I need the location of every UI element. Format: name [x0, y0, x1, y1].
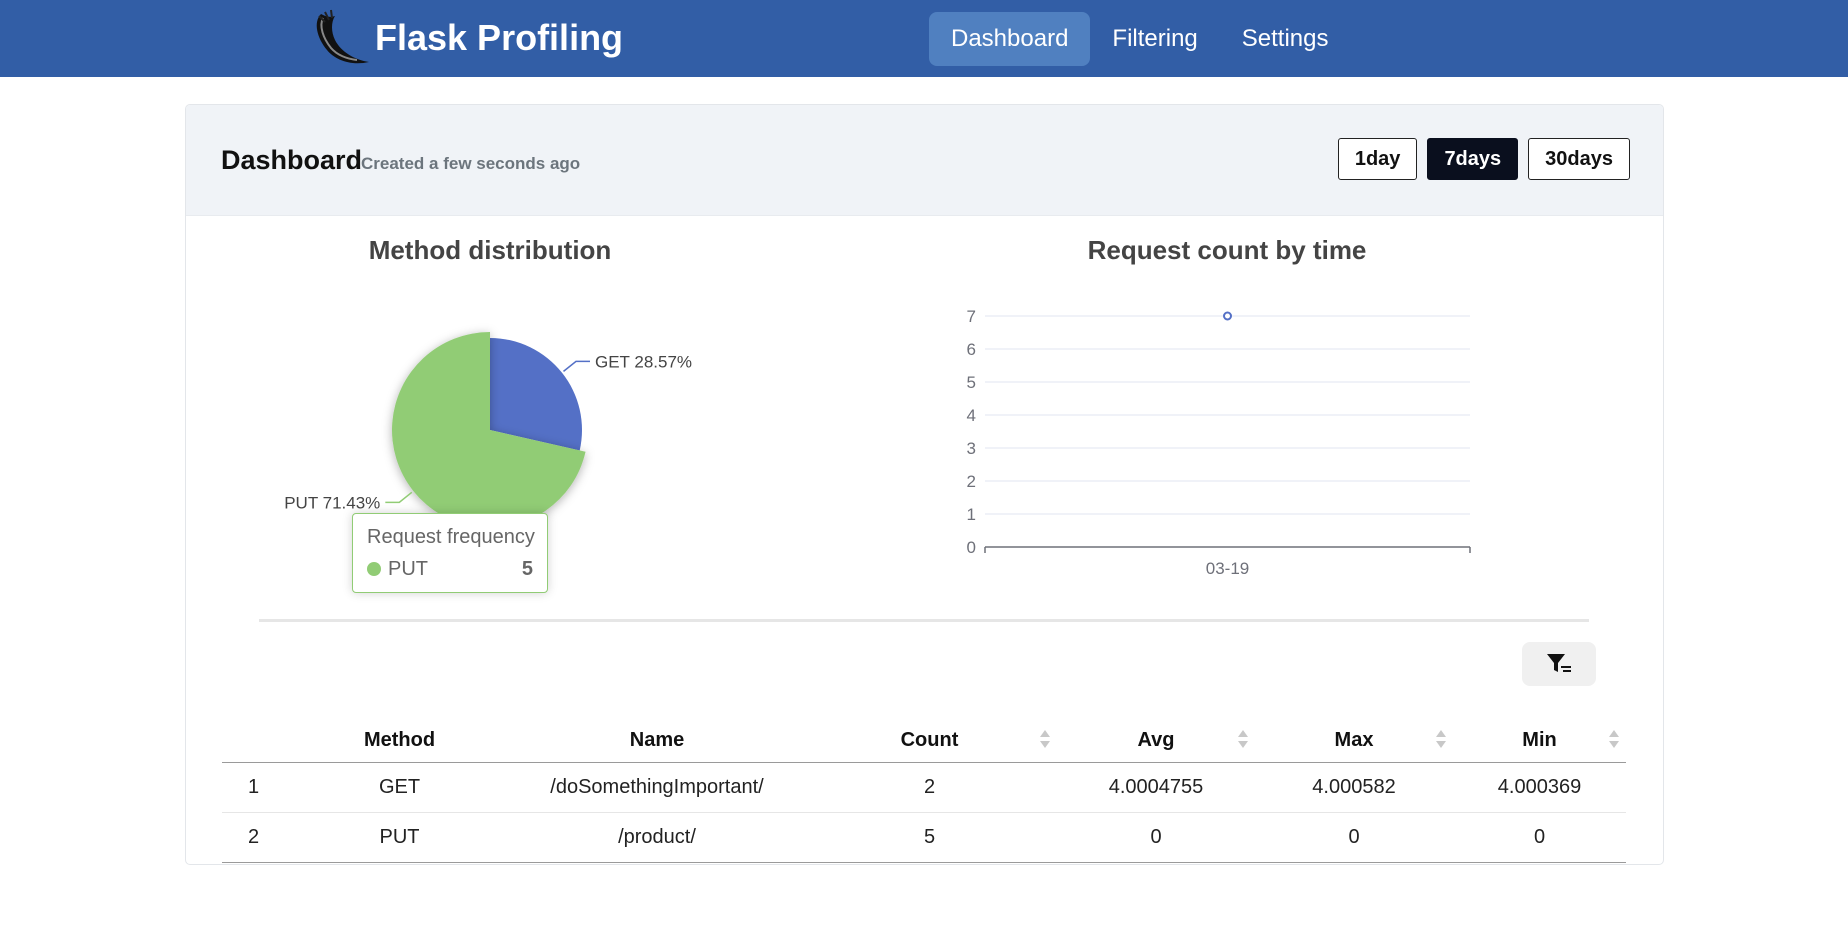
sort-icon[interactable]: [1435, 727, 1447, 751]
tooltip-legend-dot: [367, 562, 381, 576]
row-method: GET: [287, 762, 512, 813]
line-chart-title: Request count by time: [1087, 235, 1367, 265]
nav-item-dashboard[interactable]: Dashboard: [929, 12, 1091, 66]
column-header-name: Name: [512, 718, 802, 763]
pie-label-line: [563, 360, 591, 372]
y-tick-label: 4: [967, 406, 976, 425]
table-header-row: Method Name Count Avg Max Min: [222, 718, 1626, 763]
y-tick-label: 5: [967, 373, 976, 392]
row-max: 4.000582: [1255, 762, 1453, 813]
tooltip-value: 5: [521, 558, 533, 580]
row-avg: 4.0004755: [1057, 762, 1255, 813]
table-row[interactable]: 2 PUT /product/ 5 0 0 0: [222, 812, 1626, 863]
nav-item-settings[interactable]: Settings: [1220, 12, 1351, 66]
tooltip-series-name: PUT: [388, 558, 428, 580]
row-name: /product/: [512, 812, 802, 863]
section-divider: [259, 619, 1589, 622]
column-header-min[interactable]: Min: [1453, 718, 1626, 763]
y-tick-label: 0: [967, 538, 976, 557]
row-max: 0: [1255, 812, 1453, 863]
row-count: 5: [802, 812, 1057, 863]
endpoint-table: Method Name Count Avg Max Min 1 GET /doS…: [222, 718, 1626, 863]
page-title: Dashboard: [221, 145, 363, 175]
pie-label-get: GET 28.57%: [595, 352, 692, 371]
nav-item-filtering[interactable]: Filtering: [1090, 12, 1219, 66]
column-label: Avg: [1137, 728, 1175, 751]
sort-icon[interactable]: [1039, 727, 1051, 751]
row-method: PUT: [287, 812, 512, 863]
pie-label-line: [385, 491, 413, 504]
chart-tooltip: Request frequency PUT 5: [352, 513, 548, 593]
brand-name: Flask Profiling: [375, 17, 624, 58]
y-tick-label: 1: [967, 505, 976, 524]
column-label: Max: [1334, 728, 1374, 751]
column-label: Min: [1522, 728, 1557, 751]
range-30days-button[interactable]: 30days: [1528, 138, 1630, 180]
y-tick-label: 3: [967, 439, 976, 458]
filter-button[interactable]: [1522, 642, 1596, 686]
pie-chart-title: Method distribution: [368, 235, 612, 265]
line-data-point[interactable]: [1223, 311, 1232, 321]
row-index: 2: [222, 812, 287, 863]
range-7days-button[interactable]: 7days: [1427, 138, 1519, 180]
column-label: Name: [629, 728, 685, 751]
row-min: 0: [1453, 812, 1626, 863]
row-min: 4.000369: [1453, 762, 1626, 813]
column-header-method: Method: [287, 718, 512, 763]
y-tick-label: 7: [967, 307, 976, 326]
column-header-avg[interactable]: Avg: [1057, 718, 1255, 763]
row-name: /doSomethingImportant/: [512, 762, 802, 813]
column-header-count[interactable]: Count: [802, 718, 1057, 763]
y-tick-label: 2: [967, 472, 976, 491]
row-count: 2: [802, 762, 1057, 813]
main-nav: Dashboard Filtering Settings: [929, 12, 1351, 66]
sort-icon[interactable]: [1237, 727, 1249, 751]
top-navbar: Flask Profiling Dashboard Filtering Sett…: [0, 0, 1848, 77]
sort-icon[interactable]: [1608, 727, 1620, 751]
flask-horn-logo-icon: [316, 9, 369, 64]
range-1day-button[interactable]: 1day: [1337, 138, 1418, 180]
row-index: 1: [222, 762, 287, 813]
tooltip-title: Request frequency: [367, 526, 535, 548]
filter-icon: [1547, 654, 1571, 672]
column-label: Count: [900, 728, 959, 751]
row-avg: 0: [1057, 812, 1255, 863]
pie-label-put: PUT 71.43%: [284, 493, 380, 512]
brand[interactable]: Flask Profiling: [305, 8, 623, 68]
column-header-index: [222, 718, 287, 763]
column-label: Method: [363, 728, 436, 751]
request-count-chart: 0 1 2 3 4 5 6 7 03-19: [967, 307, 1471, 578]
table-row[interactable]: 1 GET /doSomethingImportant/ 2 4.0004755…: [222, 762, 1626, 813]
x-tick-label: 03-19: [1206, 559, 1249, 578]
card-header: Dashboard Created a few seconds ago 1day…: [186, 105, 1663, 216]
y-tick-label: 6: [967, 340, 976, 359]
created-timestamp: Created a few seconds ago: [361, 154, 581, 173]
time-range-selector: 1day 7days 30days: [1328, 138, 1630, 180]
column-header-max[interactable]: Max: [1255, 718, 1453, 763]
